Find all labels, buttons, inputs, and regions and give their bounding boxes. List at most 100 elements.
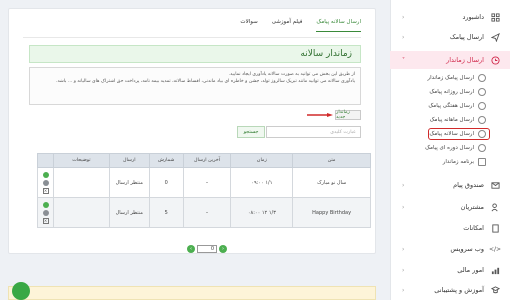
subitem-label: ارسال پیامک زماندار	[427, 74, 474, 81]
mail-icon	[490, 180, 500, 190]
subitem-label: ارسال هفتگی پیامک	[428, 102, 474, 109]
subitem-schedule-program[interactable]: برنامه زماندار	[390, 155, 510, 168]
clock-small-icon	[478, 115, 486, 124]
chevron-left-icon: ‹	[402, 203, 405, 211]
cell-last-send: –	[182, 197, 232, 228]
features-icon	[490, 223, 500, 233]
cell-last-send: –	[182, 167, 232, 198]
clock-small-icon	[478, 87, 486, 96]
main-card: ارسال سالانه پیامک فیلم آموزشی سوالات زم…	[8, 8, 376, 254]
chevron-left-icon: ‹	[402, 266, 405, 274]
notice-line-1: از طریق این بخش می توانید به صورت سالانه…	[228, 72, 355, 77]
edit-icon[interactable]	[42, 179, 49, 186]
chat-support-icon[interactable]	[12, 282, 30, 300]
cell-status: منتظر ارسال	[108, 197, 150, 228]
users-icon	[490, 202, 500, 212]
subitem-yearly[interactable]: ارسال سالانه پیامک	[390, 127, 510, 140]
subitem-monthly[interactable]: ارسال ماهانه پیامک	[390, 113, 510, 126]
sidebar-item-support[interactable]: آموزش و پشتیبانی ‹	[390, 281, 510, 299]
subitem-daily[interactable]: ارسال روزانه پیامک	[390, 85, 510, 98]
sidebar-item-finance[interactable]: امور مالی ‹	[390, 261, 510, 279]
table-row: Happy Birthday ۱/۳ ۱۲ ۰۸:۰۰ – 5 منتظر ار…	[37, 197, 371, 228]
highlight-box	[428, 127, 490, 140]
tab-faq[interactable]: سوالات	[240, 19, 257, 32]
chevron-left-icon: ‹	[402, 245, 405, 253]
cell-actions: ×	[37, 197, 54, 228]
sidebar-item-scheduled[interactable]: ارسال زماندار ˅	[390, 51, 510, 69]
dashboard-icon	[490, 12, 500, 22]
send-icon	[490, 32, 500, 42]
sidebar-item-features[interactable]: امکانات	[390, 219, 510, 237]
finance-icon	[490, 265, 500, 275]
delete-icon[interactable]: ×	[42, 217, 49, 224]
page-title: زماندار سالانه	[300, 49, 352, 59]
sidebar-item-label: داشبورد	[462, 13, 485, 21]
sidebar-item-send-sms[interactable]: ارسال پیامک ‹	[390, 28, 510, 46]
col-header-actions	[37, 153, 54, 168]
sidebar-item-label: ارسال زماندار	[446, 56, 484, 64]
sidebar-item-label: آموزش و پشتیبانی	[434, 286, 484, 294]
col-header-count: شمارش	[148, 153, 184, 168]
tab-divider	[23, 37, 361, 38]
table-row: سال نو مبارک ۱/۱ ۰۹:۰۰ – 0 منتظر ارسال ×	[37, 167, 371, 198]
cell-description	[53, 197, 110, 228]
sidebar-item-label: امور مالی	[457, 266, 484, 274]
cell-count: 0	[148, 167, 184, 198]
schedule-table: متن زمان آخرین ارسال شمارش ارسال توضیحات…	[37, 153, 371, 228]
chevron-left-icon: ‹	[402, 181, 405, 189]
sidebar-item-customers[interactable]: مشتریان ‹	[390, 198, 510, 216]
next-page-icon[interactable]: ›	[219, 245, 227, 253]
sidebar-item-label: صندوق پیام	[453, 181, 484, 189]
cell-description	[53, 167, 110, 198]
sidebar-item-inbox[interactable]: صندوق پیام ‹	[390, 176, 510, 194]
support-icon	[490, 285, 500, 295]
cell-actions: ×	[37, 167, 54, 198]
col-header-last-send: آخرین ارسال	[182, 153, 232, 168]
clock-small-icon	[478, 73, 486, 82]
search-button[interactable]: جستجو	[237, 126, 265, 138]
chevron-left-icon: ‹	[402, 33, 405, 41]
new-schedule-button[interactable]: زماندار جدید	[335, 110, 361, 120]
sidebar-item-label: مشتریان	[460, 203, 484, 211]
col-header-description: توضیحات	[53, 153, 110, 168]
sidebar-item-dashboard[interactable]: داشبورد ‹	[390, 8, 510, 26]
tab-tutorial-video[interactable]: فیلم آموزشی	[272, 19, 303, 32]
toggle-active-icon[interactable]	[42, 201, 49, 208]
subitem-label: ارسال روزانه پیامک	[429, 88, 474, 95]
clock-small-icon	[478, 143, 486, 152]
cell-text: Happy Birthday	[292, 197, 371, 228]
cell-status: منتظر ارسال	[108, 167, 150, 198]
cell-text: سال نو مبارک	[292, 167, 371, 198]
tab-bar: ارسال سالانه پیامک فیلم آموزشی سوالات	[240, 19, 361, 32]
chevron-down-icon: ˅	[402, 56, 405, 64]
sidebar-item-label: ارسال پیامک	[449, 33, 484, 41]
subitem-label: ارسال دوره ای پیامک	[425, 144, 474, 151]
page-number-input[interactable]: 0	[197, 245, 217, 253]
subitem-weekly[interactable]: ارسال هفتگی پیامک	[390, 99, 510, 112]
tab-yearly-sms[interactable]: ارسال سالانه پیامک	[316, 19, 361, 32]
subitem-label: ارسال ماهانه پیامک	[429, 116, 474, 123]
cell-time: ۱/۱ ۰۹:۰۰	[230, 167, 294, 198]
search-input[interactable]: عبارت کلیدی	[266, 126, 361, 138]
red-arrow-icon	[307, 113, 333, 117]
cell-time: ۱/۳ ۱۲ ۰۸:۰۰	[230, 197, 294, 228]
info-notice: از طریق این بخش می توانید به صورت سالانه…	[29, 67, 361, 105]
calendar-icon	[478, 157, 486, 166]
delete-icon[interactable]: ×	[42, 187, 49, 194]
subitem-scheduled-sms[interactable]: ارسال پیامک زماندار	[390, 71, 510, 84]
chevron-left-icon: ‹	[402, 13, 405, 21]
subitem-periodic[interactable]: ارسال دوره ای پیامک	[390, 141, 510, 154]
pagination: ‹ 0 ›	[187, 245, 227, 253]
col-header-send: ارسال	[108, 153, 150, 168]
edit-icon[interactable]	[42, 209, 49, 216]
code-icon: </>	[488, 245, 502, 253]
col-header-text: متن	[292, 153, 371, 168]
clock-icon	[490, 55, 500, 65]
toggle-active-icon[interactable]	[42, 171, 49, 178]
page-title-box: زماندار سالانه	[29, 45, 361, 63]
chevron-left-icon: ‹	[402, 286, 405, 294]
sidebar-item-webservice[interactable]: </> وب سرویس ‹	[390, 240, 510, 258]
prev-page-icon[interactable]: ‹	[187, 245, 195, 253]
col-header-time: زمان	[230, 153, 294, 168]
notice-line-2: یادآوری سالانه می توانید مانند تبریک سال…	[56, 79, 355, 84]
